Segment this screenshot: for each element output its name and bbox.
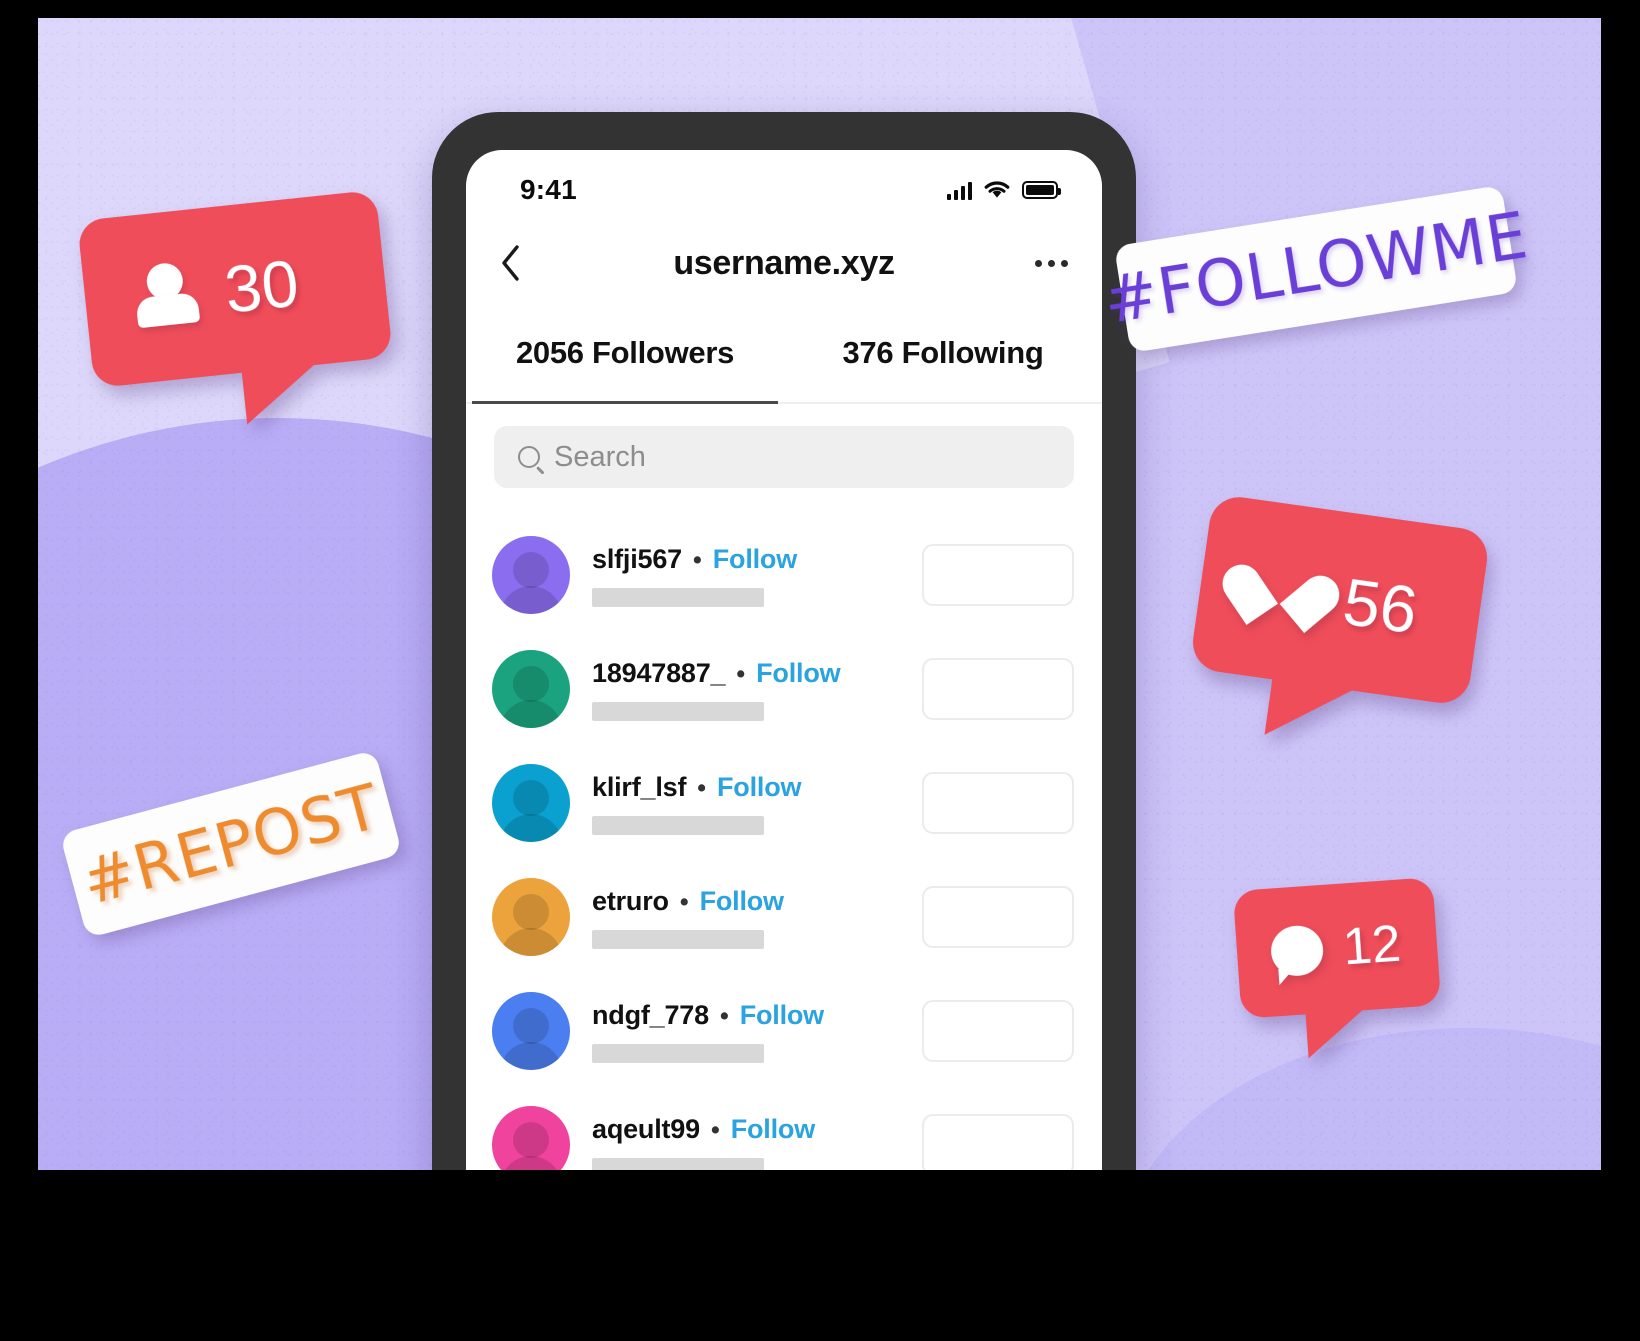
name-placeholder-bar [592,929,764,949]
more-options-icon-dot [1035,259,1042,267]
avatar [492,1106,570,1174]
list-item[interactable]: slfji567 • Follow [466,518,1102,632]
username-label: ndgf_778 [592,999,709,1030]
username-label: 18947887_ [592,657,726,688]
avatar [492,992,570,1070]
avatar [492,878,570,956]
user-info: etruro • Follow [592,886,900,949]
comment-icon [1269,924,1325,978]
frame-edge-bottom [0,1170,1640,1341]
username-label: klirf_lsf [592,771,687,802]
likes-badge-count: 56 [1338,563,1422,648]
name-placeholder-bar [592,1043,764,1063]
frame-edge-left [0,0,38,1341]
badge-tail [1264,675,1359,747]
avatar [492,764,570,842]
chevron-left-icon [502,245,519,281]
follow-button[interactable] [922,1114,1074,1174]
list-item[interactable]: ndgf_778 • Follow [466,974,1102,1088]
wifi-icon [984,181,1010,198]
separator-dot: • [692,545,702,574]
follow-button[interactable] [922,1000,1074,1062]
back-button[interactable] [488,241,532,285]
user-info: klirf_lsf • Follow [592,772,900,835]
badge-tail [1305,1006,1371,1059]
user-list: slfji567 • Follow 18947887_ • Follow kli… [466,502,1102,1174]
follow-link[interactable]: Follow [740,1000,824,1031]
comments-badge-count: 12 [1340,914,1403,977]
follow-link[interactable]: Follow [756,658,840,689]
separator-dot: • [679,887,689,916]
followers-count-badge: 30 [77,189,393,425]
username-label: etruro [592,885,669,916]
tab-following[interactable]: 376 Following [784,310,1102,402]
more-options-icon-dot [1061,259,1068,267]
follow-link[interactable]: Follow [713,544,797,575]
more-options-icon-dot [1048,259,1055,267]
name-placeholder-bar [592,587,764,607]
battery-icon [1022,181,1061,199]
list-item[interactable]: etruro • Follow [466,860,1102,974]
nav-bar: username.xyz [466,216,1102,310]
follow-link[interactable]: Follow [700,886,784,917]
phone-mockup: 9:41 username.xyz 2056 Followers 376 Fol… [432,112,1136,1174]
user-info: ndgf_778 • Follow [592,1000,900,1063]
username-label: slfji567 [592,543,682,574]
search-input[interactable]: Search [494,426,1074,488]
poster-canvas: 9:41 username.xyz 2056 Followers 376 Fol… [0,0,1640,1341]
user-info: slfji567 • Follow [592,544,900,607]
separator-dot: • [736,659,746,688]
phone-screen: 9:41 username.xyz 2056 Followers 376 Fol… [466,150,1102,1174]
name-placeholder-bar [592,815,764,835]
separator-dot: • [697,773,707,802]
follow-button[interactable] [922,544,1074,606]
more-options-button[interactable] [1035,241,1068,285]
list-item[interactable]: 18947887_ • Follow [466,632,1102,746]
followers-badge-count: 30 [221,245,302,327]
separator-dot: • [710,1115,720,1144]
list-item[interactable]: aqeult99 • Follow [466,1088,1102,1174]
status-bar: 9:41 [466,150,1102,216]
comments-count-badge: 12 [1232,877,1442,1059]
follow-button[interactable] [922,772,1074,834]
separator-dot: • [719,1001,729,1030]
page-title: username.xyz [673,243,895,282]
search-icon [518,446,540,468]
avatar [492,536,570,614]
follow-link[interactable]: Follow [731,1114,815,1145]
name-placeholder-bar [592,701,764,721]
heart-icon [1243,556,1319,627]
cellular-signal-icon [946,181,972,200]
follow-button[interactable] [922,886,1074,948]
username-label: aqeult99 [592,1113,700,1144]
follow-button[interactable] [922,658,1074,720]
badge-tail [241,360,325,425]
user-info: aqeult99 • Follow [592,1113,900,1174]
user-info: 18947887_ • Follow [592,658,900,721]
search-section: Search [466,404,1102,502]
avatar [492,650,570,728]
tab-bar: 2056 Followers 376 Following [466,310,1102,404]
list-item[interactable]: klirf_lsf • Follow [466,746,1102,860]
person-icon [130,260,203,333]
status-time: 9:41 [520,174,577,205]
search-placeholder: Search [554,440,646,473]
follow-link[interactable]: Follow [717,772,801,803]
frame-edge-right [1601,0,1640,1341]
status-icons [946,180,1061,200]
tab-followers[interactable]: 2056 Followers [466,310,784,404]
frame-edge-top [0,0,1640,18]
